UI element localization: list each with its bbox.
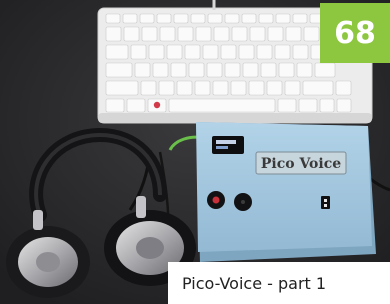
- device-label: Pico Voice: [261, 156, 341, 172]
- pico-voice-enclosure: Pico Voice: [196, 122, 376, 262]
- page-number-badge: 68: [320, 3, 390, 63]
- photo-frame: Pico Voice 68 Pico-Voice - part 1: [0, 0, 390, 304]
- photo-caption: Pico-Voice - part 1: [168, 262, 390, 304]
